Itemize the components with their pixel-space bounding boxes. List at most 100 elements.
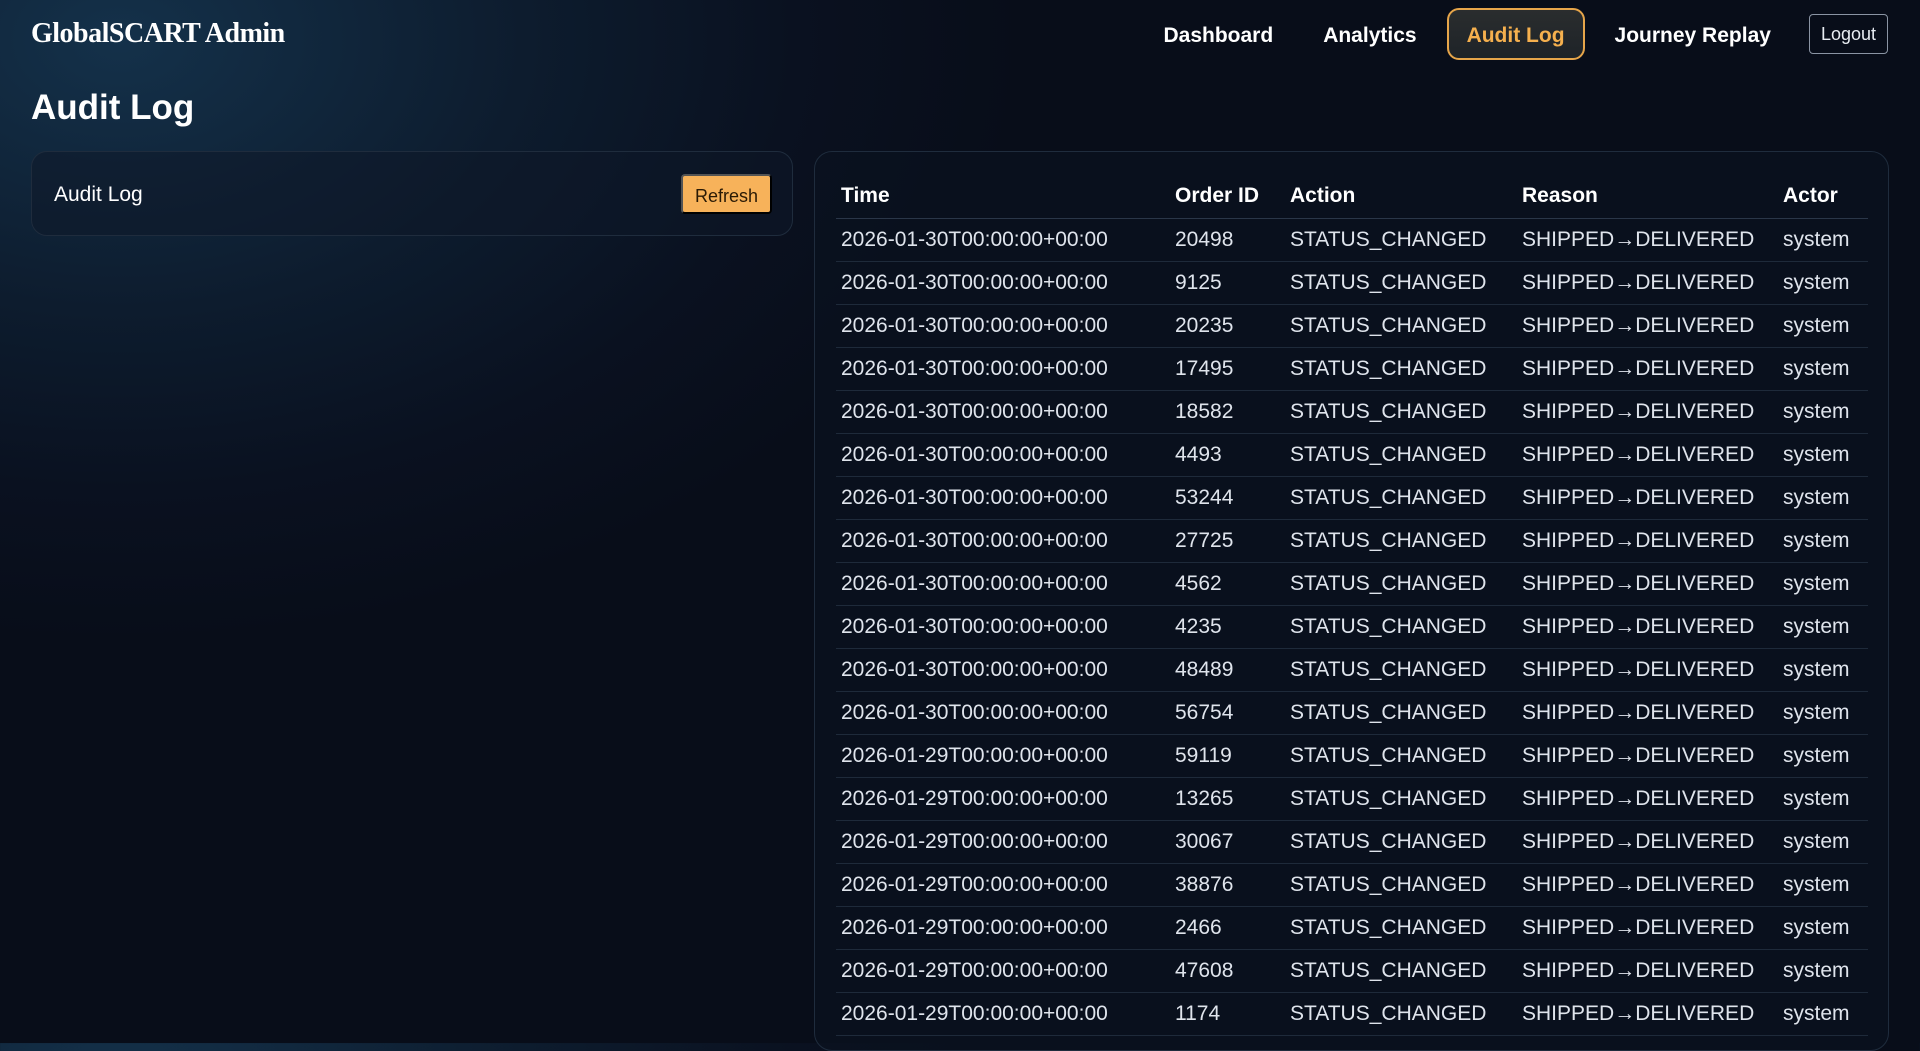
- nav-item-audit-log[interactable]: Audit Log: [1446, 8, 1585, 60]
- cell-actor: system: [1778, 992, 1868, 1036]
- cell-action: STATUS_CHANGED: [1285, 734, 1517, 778]
- cell-order-id: 27725: [1170, 519, 1285, 563]
- cell-action: STATUS_CHANGED: [1285, 519, 1517, 563]
- cell-order-id: 4493: [1170, 433, 1285, 477]
- cell-actor: system: [1778, 691, 1868, 735]
- cell-actor: system: [1778, 605, 1868, 649]
- cell-time: 2026-01-30T00:00:00+00:00: [836, 433, 1170, 477]
- cell-action: STATUS_CHANGED: [1285, 820, 1517, 864]
- cell-time: 2026-01-30T00:00:00+00:00: [836, 691, 1170, 735]
- nav-item-journey-replay[interactable]: Journey Replay: [1595, 8, 1791, 60]
- cell-action: STATUS_CHANGED: [1285, 691, 1517, 735]
- cell-actor: system: [1778, 648, 1868, 692]
- cell-time: 2026-01-29T00:00:00+00:00: [836, 863, 1170, 907]
- cell-reason: SHIPPED→DELIVERED: [1517, 734, 1778, 778]
- top-navigation-bar: GlobalSCART Admin Dashboard Analytics Au…: [0, 0, 1920, 70]
- cell-time: 2026-01-29T00:00:00+00:00: [836, 777, 1170, 821]
- cell-order-id: 48489: [1170, 648, 1285, 692]
- cell-reason: SHIPPED→DELIVERED: [1517, 648, 1778, 692]
- cell-action: STATUS_CHANGED: [1285, 261, 1517, 305]
- table-row: 2026-01-30T00:00:00+00:00 4562 STATUS_CHAN…: [836, 562, 1868, 606]
- cell-time: 2026-01-29T00:00:00+00:00: [836, 820, 1170, 864]
- table-row: 2026-01-30T00:00:00+00:00 20235 STATUS_CHA…: [836, 304, 1868, 348]
- cell-order-id: 20498: [1170, 218, 1285, 262]
- cell-order-id: 56754: [1170, 691, 1285, 735]
- cell-order-id: 18582: [1170, 390, 1285, 434]
- cell-order-id: 20235: [1170, 304, 1285, 348]
- column-header-action: Action: [1285, 175, 1517, 219]
- cell-actor: system: [1778, 390, 1868, 434]
- cell-actor: system: [1778, 777, 1868, 821]
- cell-actor: system: [1778, 734, 1868, 778]
- cell-actor: system: [1778, 261, 1868, 305]
- cell-order-id: 38876: [1170, 863, 1285, 907]
- cell-action: STATUS_CHANGED: [1285, 992, 1517, 1036]
- cell-reason: SHIPPED→DELIVERED: [1517, 906, 1778, 950]
- column-header-order-id: Order ID: [1170, 175, 1285, 219]
- table-row: 2026-01-30T00:00:00+00:00 27725 STATUS_CHA…: [836, 519, 1868, 563]
- cell-order-id: 4562: [1170, 562, 1285, 606]
- cell-order-id: 59119: [1170, 734, 1285, 778]
- cell-actor: system: [1778, 906, 1868, 950]
- cell-reason: SHIPPED→DELIVERED: [1517, 691, 1778, 735]
- cell-order-id: 1174: [1170, 992, 1285, 1036]
- cell-actor: system: [1778, 562, 1868, 606]
- cell-reason: SHIPPED→DELIVERED: [1517, 433, 1778, 477]
- nav-item-analytics[interactable]: Analytics: [1303, 8, 1436, 60]
- cell-actor: system: [1778, 820, 1868, 864]
- cell-time: 2026-01-29T00:00:00+00:00: [836, 949, 1170, 993]
- cell-action: STATUS_CHANGED: [1285, 433, 1517, 477]
- cell-time: 2026-01-29T00:00:00+00:00: [836, 906, 1170, 950]
- table-row: 2026-01-29T00:00:00+00:00 59119 STATUS_CHA…: [836, 734, 1868, 778]
- cell-action: STATUS_CHANGED: [1285, 304, 1517, 348]
- cell-order-id: 47608: [1170, 949, 1285, 993]
- logout-button[interactable]: Logout: [1808, 14, 1888, 54]
- cell-time: 2026-01-30T00:00:00+00:00: [836, 476, 1170, 520]
- cell-actor: system: [1778, 304, 1868, 348]
- card-title: Audit Log: [54, 183, 143, 206]
- table-row: 2026-01-29T00:00:00+00:00 38876 STATUS_CHA…: [836, 863, 1868, 907]
- cell-action: STATUS_CHANGED: [1285, 476, 1517, 520]
- cell-time: 2026-01-30T00:00:00+00:00: [836, 605, 1170, 649]
- cell-reason: SHIPPED→DELIVERED: [1517, 218, 1778, 262]
- cell-action: STATUS_CHANGED: [1285, 648, 1517, 692]
- cell-reason: SHIPPED→DELIVERED: [1517, 605, 1778, 649]
- table-row: 2026-01-29T00:00:00+00:00 13265 STATUS_CHA…: [836, 777, 1868, 821]
- cell-order-id: 9125: [1170, 261, 1285, 305]
- cell-actor: system: [1778, 347, 1868, 391]
- cell-time: 2026-01-30T00:00:00+00:00: [836, 347, 1170, 391]
- cell-reason: SHIPPED→DELIVERED: [1517, 820, 1778, 864]
- cell-order-id: 2466: [1170, 906, 1285, 950]
- cell-action: STATUS_CHANGED: [1285, 949, 1517, 993]
- table-row: 2026-01-30T00:00:00+00:00 17495 STATUS_CHA…: [836, 347, 1868, 391]
- table-row: 2026-01-29T00:00:00+00:00 2466 STATUS_CHAN…: [836, 906, 1868, 950]
- table-row: 2026-01-30T00:00:00+00:00 4493 STATUS_CHAN…: [836, 433, 1868, 477]
- table-body: 2026-01-30T00:00:00+00:00 20498 STATUS_CHA…: [836, 218, 1868, 1036]
- cell-actor: system: [1778, 949, 1868, 993]
- cell-time: 2026-01-30T00:00:00+00:00: [836, 304, 1170, 348]
- nav-item-dashboard[interactable]: Dashboard: [1144, 8, 1294, 60]
- cell-time: 2026-01-30T00:00:00+00:00: [836, 562, 1170, 606]
- cell-action: STATUS_CHANGED: [1285, 605, 1517, 649]
- audit-log-table: Time Order ID Action Reason Actor 2026-0…: [836, 175, 1868, 1036]
- table-row: 2026-01-30T00:00:00+00:00 4235 STATUS_CHAN…: [836, 605, 1868, 649]
- cell-time: 2026-01-30T00:00:00+00:00: [836, 519, 1170, 563]
- table-header-row: Time Order ID Action Reason Actor: [836, 175, 1868, 219]
- table-row: 2026-01-30T00:00:00+00:00 56754 STATUS_CHA…: [836, 691, 1868, 735]
- cell-action: STATUS_CHANGED: [1285, 562, 1517, 606]
- cell-reason: SHIPPED→DELIVERED: [1517, 777, 1778, 821]
- table-row: 2026-01-30T00:00:00+00:00 48489 STATUS_CHA…: [836, 648, 1868, 692]
- cell-action: STATUS_CHANGED: [1285, 390, 1517, 434]
- cell-reason: SHIPPED→DELIVERED: [1517, 304, 1778, 348]
- cell-time: 2026-01-29T00:00:00+00:00: [836, 992, 1170, 1036]
- cell-time: 2026-01-29T00:00:00+00:00: [836, 734, 1170, 778]
- audit-log-controls-card: Audit Log Refresh: [31, 151, 793, 236]
- cell-action: STATUS_CHANGED: [1285, 347, 1517, 391]
- refresh-button[interactable]: Refresh: [680, 174, 772, 214]
- cell-action: STATUS_CHANGED: [1285, 863, 1517, 907]
- table-row: 2026-01-30T00:00:00+00:00 9125 STATUS_CHAN…: [836, 261, 1868, 305]
- table-row: 2026-01-29T00:00:00+00:00 1174 STATUS_CHAN…: [836, 992, 1868, 1036]
- cell-order-id: 17495: [1170, 347, 1285, 391]
- table-row: 2026-01-29T00:00:00+00:00 30067 STATUS_CHA…: [836, 820, 1868, 864]
- table-row: 2026-01-30T00:00:00+00:00 20498 STATUS_CHA…: [836, 218, 1868, 262]
